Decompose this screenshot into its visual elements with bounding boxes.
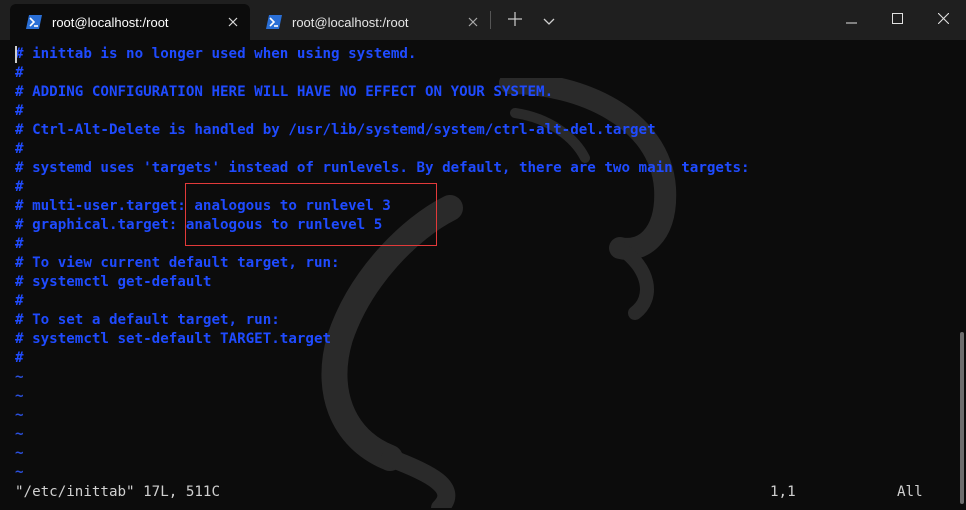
close-window-button[interactable] [920, 0, 966, 36]
text-cursor [15, 46, 17, 63]
buffer-line: # systemd uses 'targets' instead of runl… [15, 160, 750, 176]
close-icon [937, 9, 949, 28]
vertical-scrollbar[interactable] [960, 332, 964, 504]
empty-line-marker: ~ [15, 369, 24, 385]
terminal-body[interactable]: # inittab is no longer used when using s… [0, 40, 966, 510]
buffer-line: # systemctl get-default [15, 274, 212, 290]
tab-actions [490, 4, 569, 36]
empty-line-marker: ~ [15, 407, 24, 423]
minimize-icon [845, 9, 857, 28]
maximize-button[interactable] [874, 0, 920, 36]
tab-label: root@localhost:/root [52, 15, 169, 30]
tab-divider [490, 11, 491, 29]
buffer-line: # [15, 65, 24, 81]
powershell-icon [266, 15, 282, 29]
tab-dropdown-button[interactable] [535, 6, 563, 34]
empty-line-marker: ~ [15, 445, 24, 461]
empty-line-marker: ~ [15, 426, 24, 442]
close-icon[interactable] [464, 13, 482, 31]
buffer-line: # Ctrl-Alt-Delete is handled by /usr/lib… [15, 122, 656, 138]
highlight-annotation [185, 183, 437, 246]
new-tab-button[interactable] [501, 6, 529, 34]
minimize-button[interactable] [828, 0, 874, 36]
tab-inactive[interactable]: root@localhost:/root [250, 4, 490, 40]
status-file-info: "/etc/inittab" 17L, 511C [15, 484, 220, 500]
powershell-icon [26, 15, 42, 29]
tab-active[interactable]: root@localhost:/root [10, 4, 250, 40]
vim-status-line: "/etc/inittab" 17L, 511C 1,1 All [15, 482, 950, 502]
plus-icon [508, 11, 522, 30]
buffer-line: # To view current default target, run: [15, 255, 340, 271]
buffer-line: # systemctl set-default TARGET.target [15, 331, 332, 347]
status-scroll-indicator: All [897, 484, 923, 500]
window-controls [828, 0, 966, 36]
buffer-line: # [15, 141, 24, 157]
buffer-line: # [15, 350, 24, 366]
tab-bar: root@localhost:/root root@localhost:/roo… [0, 0, 966, 40]
chevron-down-icon [543, 11, 555, 30]
buffer-line: # ADDING CONFIGURATION HERE WILL HAVE NO… [15, 84, 554, 100]
status-cursor-position: 1,1 [770, 484, 796, 500]
buffer-line: # inittab is no longer used when using s… [15, 46, 417, 62]
empty-line-marker: ~ [15, 464, 24, 480]
close-icon[interactable] [224, 13, 242, 31]
buffer-line: # To set a default target, run: [15, 312, 280, 328]
buffer-line: # [15, 103, 24, 119]
editor-buffer: # inittab is no longer used when using s… [15, 45, 750, 482]
empty-line-marker: ~ [15, 388, 24, 404]
buffer-line: # [15, 293, 24, 309]
tab-label: root@localhost:/root [292, 15, 409, 30]
maximize-icon [891, 9, 903, 28]
terminal-window: root@localhost:/root root@localhost:/roo… [0, 0, 966, 510]
